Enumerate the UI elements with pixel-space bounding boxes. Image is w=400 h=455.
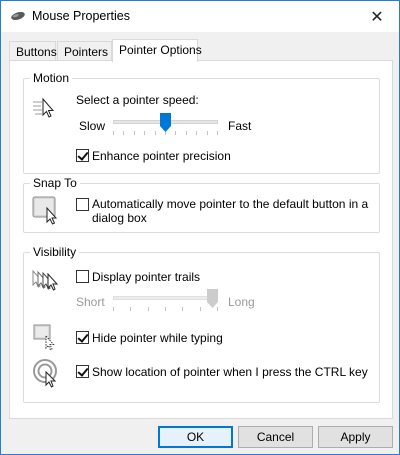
trails-short-label: Short (76, 295, 105, 309)
slider-tick (165, 307, 166, 311)
pointer-speed-slider[interactable] (113, 113, 218, 135)
tab-pointers[interactable]: Pointers (57, 41, 112, 61)
tab-label: Pointer Options (119, 43, 202, 57)
tab-label: Buttons (16, 45, 57, 59)
slider-tick (144, 131, 145, 135)
close-button[interactable]: ✕ (355, 1, 399, 32)
trails-long-label: Long (228, 295, 255, 309)
slider-tick (182, 307, 183, 311)
pointer-speed-thumb[interactable] (160, 113, 171, 132)
motion-group-label: Motion (30, 71, 73, 85)
show-location-label[interactable]: Show location of pointer when I press th… (92, 365, 368, 379)
pointer-trails-icon (32, 269, 59, 291)
tab-pointer-options[interactable]: Pointer Options (112, 39, 202, 62)
show-location-checkbox[interactable] (76, 365, 89, 378)
title-bar[interactable]: Mouse Properties ✕ (1, 1, 399, 32)
visibility-group-label: Visibility (30, 245, 80, 259)
apply-button[interactable]: Apply (318, 426, 393, 448)
slider-tick (148, 307, 149, 311)
mouse-properties-window: Mouse Properties ✕ Buttons Pointers Poin… (0, 0, 400, 455)
hide-pointer-checkbox[interactable] (76, 331, 89, 344)
pointer-speed-label: Select a pointer speed: (76, 93, 199, 107)
fast-label: Fast (228, 119, 252, 133)
pointer-trails-label[interactable]: Display pointer trails (92, 270, 200, 284)
pointer-trails-slider[interactable] (113, 289, 218, 311)
snap-to-group: Snap To Automatically move pointer to th… (23, 176, 380, 233)
slider-tick (130, 307, 131, 311)
enhance-precision-label[interactable]: Enhance pointer precision (92, 149, 231, 163)
pointer-trails-checkbox[interactable] (76, 270, 89, 283)
motion-group: Motion Select a pointer speed: Slow Fast… (23, 71, 380, 174)
tab-buttons[interactable]: Buttons (9, 41, 57, 61)
slider-tick (196, 131, 197, 135)
window-title: Mouse Properties (32, 9, 130, 23)
slider-tick (113, 307, 114, 311)
slider-tick (186, 131, 187, 135)
snap-to-label-line2[interactable]: dialog box (92, 211, 147, 225)
snap-to-label-line1[interactable]: Automatically move pointer to the defaul… (92, 197, 368, 211)
slider-tick (200, 307, 201, 311)
slider-tick (123, 131, 124, 135)
pointer-trails-thumb[interactable] (207, 289, 218, 308)
pointer-trails-track (113, 296, 218, 300)
slider-tick (155, 131, 156, 135)
pointer-speed-icon (33, 97, 55, 118)
snap-to-button-icon (32, 196, 58, 225)
pointer-location-icon (33, 359, 57, 388)
slider-tick (175, 131, 176, 135)
cancel-button[interactable]: Cancel (238, 426, 313, 448)
hide-pointer-icon (33, 324, 55, 351)
hide-pointer-label[interactable]: Hide pointer while typing (92, 331, 223, 345)
snap-to-default-checkbox[interactable] (76, 198, 89, 211)
slider-tick (134, 131, 135, 135)
snap-to-group-label: Snap To (30, 176, 80, 190)
ok-button[interactable]: OK (158, 426, 233, 448)
slider-tick (113, 131, 114, 135)
visibility-group: Visibility Display pointer trails Short … (23, 245, 380, 403)
tab-label: Pointers (64, 45, 109, 59)
pointer-options-panel: Motion Select a pointer speed: Slow Fast… (9, 60, 393, 419)
slow-label: Slow (79, 119, 106, 133)
close-icon: ✕ (370, 8, 384, 26)
mouse-icon (11, 11, 25, 21)
slider-tick (217, 131, 218, 135)
enhance-precision-checkbox[interactable] (76, 149, 89, 162)
slider-tick (207, 131, 208, 135)
